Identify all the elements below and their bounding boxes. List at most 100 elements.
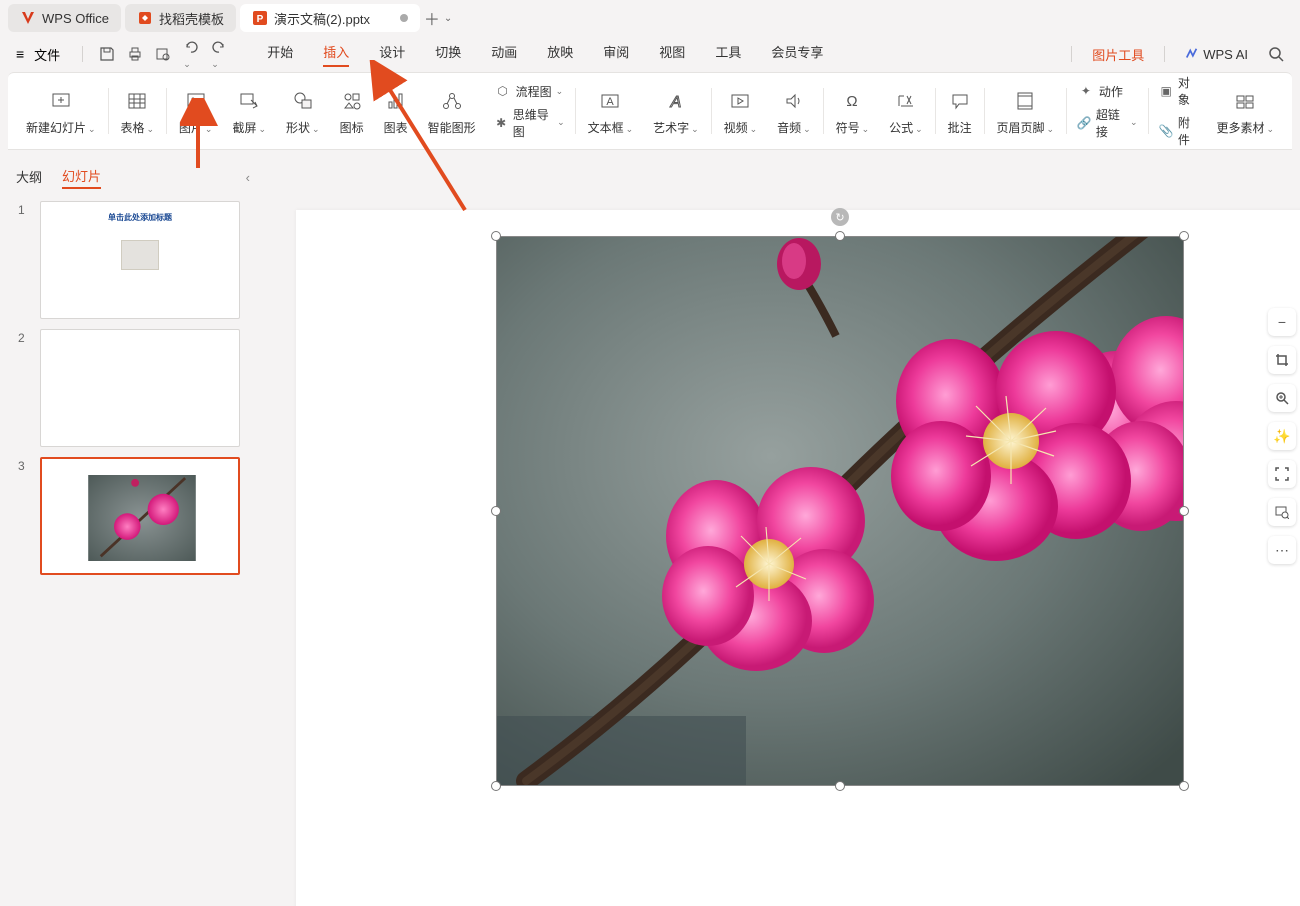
- ribbon-header-footer[interactable]: 页眉页脚⌄: [986, 73, 1064, 149]
- picture-tools-tab[interactable]: 图片工具: [1092, 45, 1144, 64]
- ribbon-action[interactable]: ✦动作: [1077, 83, 1138, 100]
- ribbon-table[interactable]: 表格⌄: [110, 73, 164, 149]
- ribbon-flowchart[interactable]: ⬡流程图⌄: [494, 83, 565, 100]
- ribbon-chart[interactable]: 图表: [374, 73, 418, 149]
- ribbon-attachment[interactable]: 📎附件: [1158, 114, 1198, 148]
- tab-insert[interactable]: 插入: [323, 42, 349, 67]
- search-icon[interactable]: [1268, 46, 1284, 62]
- hamburger-icon[interactable]: ≡: [16, 46, 24, 62]
- redo-icon[interactable]: ⌄: [211, 39, 227, 70]
- tab-document-label: 演示文稿(2).pptx: [274, 9, 370, 28]
- resize-handle-ne[interactable]: [1179, 231, 1189, 241]
- ai-logo-icon: [1185, 47, 1199, 61]
- quick-access-toolbar: ⌄ ⌄: [78, 39, 227, 70]
- panel-tab-outline[interactable]: 大纲: [16, 167, 42, 189]
- save-icon[interactable]: [99, 46, 115, 62]
- resize-handle-sw[interactable]: [491, 781, 501, 791]
- slide-number: 2: [18, 329, 40, 447]
- slide-row-3[interactable]: 3: [18, 457, 256, 575]
- file-menu[interactable]: 文件: [34, 45, 60, 64]
- ribbon-textbox[interactable]: A 文本框⌄: [578, 73, 644, 149]
- selected-image[interactable]: ↻: [496, 236, 1184, 786]
- panel-collapse-icon[interactable]: ‹: [246, 170, 250, 185]
- ribbon-object[interactable]: ▣对象: [1158, 74, 1198, 108]
- ribbon-symbol[interactable]: Ω 符号⌄: [826, 73, 880, 149]
- ribbon-video[interactable]: 视频⌄: [714, 73, 768, 149]
- more-button[interactable]: ⋯: [1268, 536, 1296, 564]
- tab-view[interactable]: 视图: [659, 42, 685, 67]
- resize-handle-e[interactable]: [1179, 506, 1189, 516]
- slide-panel: 大纲 幻灯片 ‹ 1 单击此处添加标题 2 3: [0, 150, 266, 906]
- ribbon-smartart[interactable]: 智能图形: [418, 73, 486, 149]
- resize-handle-n[interactable]: [835, 231, 845, 241]
- tab-document[interactable]: P 演示文稿(2).pptx: [240, 4, 420, 32]
- work-area: 大纲 幻灯片 ‹ 1 单击此处添加标题 2 3: [0, 150, 1300, 906]
- tab-member[interactable]: 会员专享: [771, 42, 823, 67]
- tab-home[interactable]: WPS Office: [8, 4, 121, 32]
- zoom-out-button[interactable]: −: [1268, 308, 1296, 336]
- slide-thumb-2[interactable]: [40, 329, 240, 447]
- fullscreen-button[interactable]: [1268, 460, 1296, 488]
- svg-text:A: A: [607, 96, 615, 108]
- slide-row-1[interactable]: 1 单击此处添加标题: [18, 201, 256, 319]
- wps-ai-button[interactable]: WPS AI: [1185, 47, 1248, 62]
- ribbon-wordart[interactable]: A 艺术字⌄: [643, 73, 709, 149]
- tab-template[interactable]: 找稻壳模板: [125, 4, 236, 32]
- slide1-title-placeholder: 单击此处添加标题: [108, 212, 172, 223]
- tab-design[interactable]: 设计: [379, 42, 405, 67]
- tab-home-label: WPS Office: [42, 11, 109, 26]
- ribbon-picture[interactable]: 图片⌄: [169, 73, 223, 149]
- svg-text:Ω: Ω: [847, 93, 858, 110]
- tab-template-label: 找稻壳模板: [159, 9, 224, 28]
- svg-text:P: P: [257, 14, 264, 25]
- ribbon-more[interactable]: 更多素材⌄: [1206, 73, 1284, 149]
- tab-start[interactable]: 开始: [267, 42, 293, 67]
- ribbon-screenshot[interactable]: 截屏⌄: [222, 73, 276, 149]
- title-bar: WPS Office 找稻壳模板 P 演示文稿(2).pptx ＋⌄: [0, 0, 1300, 36]
- svg-text:A: A: [670, 94, 682, 111]
- ribbon-icons[interactable]: 图标: [330, 73, 374, 149]
- print-preview-icon[interactable]: [155, 46, 171, 62]
- wps-ai-label: WPS AI: [1203, 47, 1248, 62]
- slide-number: 3: [18, 457, 40, 575]
- ribbon-shapes[interactable]: 形状⌄: [276, 73, 330, 149]
- selection-frame: [496, 236, 1184, 786]
- image-search-button[interactable]: [1268, 498, 1296, 526]
- tab-slideshow[interactable]: 放映: [547, 42, 573, 67]
- rotate-handle[interactable]: ↻: [831, 208, 849, 226]
- tab-animation[interactable]: 动画: [491, 42, 517, 67]
- ribbon-tabs: 开始 插入 设计 切换 动画 放映 审阅 视图 工具 会员专享: [267, 42, 823, 67]
- tab-transition[interactable]: 切换: [435, 42, 461, 67]
- slide-thumb-3[interactable]: [40, 457, 240, 575]
- slide-number: 1: [18, 201, 40, 319]
- tab-review[interactable]: 审阅: [603, 42, 629, 67]
- resize-handle-nw[interactable]: [491, 231, 501, 241]
- undo-icon[interactable]: ⌄: [183, 39, 199, 70]
- slide-thumb-1[interactable]: 单击此处添加标题: [40, 201, 240, 319]
- ribbon-comment[interactable]: 批注: [938, 73, 982, 149]
- crop-button[interactable]: [1268, 346, 1296, 374]
- slide-row-2[interactable]: 2: [18, 329, 256, 447]
- ribbon: 新建幻灯片⌄ 表格⌄ 图片⌄ 截屏⌄ 形状⌄ 图标 图表 智能图形 ⬡流程图⌄ …: [8, 72, 1292, 150]
- tab-tools[interactable]: 工具: [715, 42, 741, 67]
- side-toolbar: − ✨ ⋯: [1268, 308, 1296, 564]
- menu-bar: ≡ 文件 ⌄ ⌄ 开始 插入 设计 切换 动画 放映 审阅 视图 工具 会员专享…: [0, 36, 1300, 72]
- panel-tab-slides[interactable]: 幻灯片: [62, 166, 101, 189]
- presentation-icon: P: [252, 10, 268, 26]
- print-icon[interactable]: [127, 46, 143, 62]
- slide1-content-placeholder: [121, 240, 159, 270]
- resize-handle-se[interactable]: [1179, 781, 1189, 791]
- ribbon-mindmap[interactable]: ✱思维导图⌄: [494, 106, 565, 140]
- tab-close-icon[interactable]: [400, 14, 408, 22]
- ribbon-equation[interactable]: 公式⌄: [879, 73, 933, 149]
- magic-button[interactable]: ✨: [1268, 422, 1296, 450]
- resize-handle-w[interactable]: [491, 506, 501, 516]
- template-icon: [137, 10, 153, 26]
- resize-handle-s[interactable]: [835, 781, 845, 791]
- new-tab-button[interactable]: ＋⌄: [424, 4, 452, 32]
- zoom-in-button[interactable]: [1268, 384, 1296, 412]
- ribbon-audio[interactable]: 音频⌄: [767, 73, 821, 149]
- ribbon-hyperlink[interactable]: 🔗超链接⌄: [1077, 106, 1138, 140]
- ribbon-new-slide[interactable]: 新建幻灯片⌄: [16, 73, 106, 149]
- wps-logo-icon: [20, 10, 36, 26]
